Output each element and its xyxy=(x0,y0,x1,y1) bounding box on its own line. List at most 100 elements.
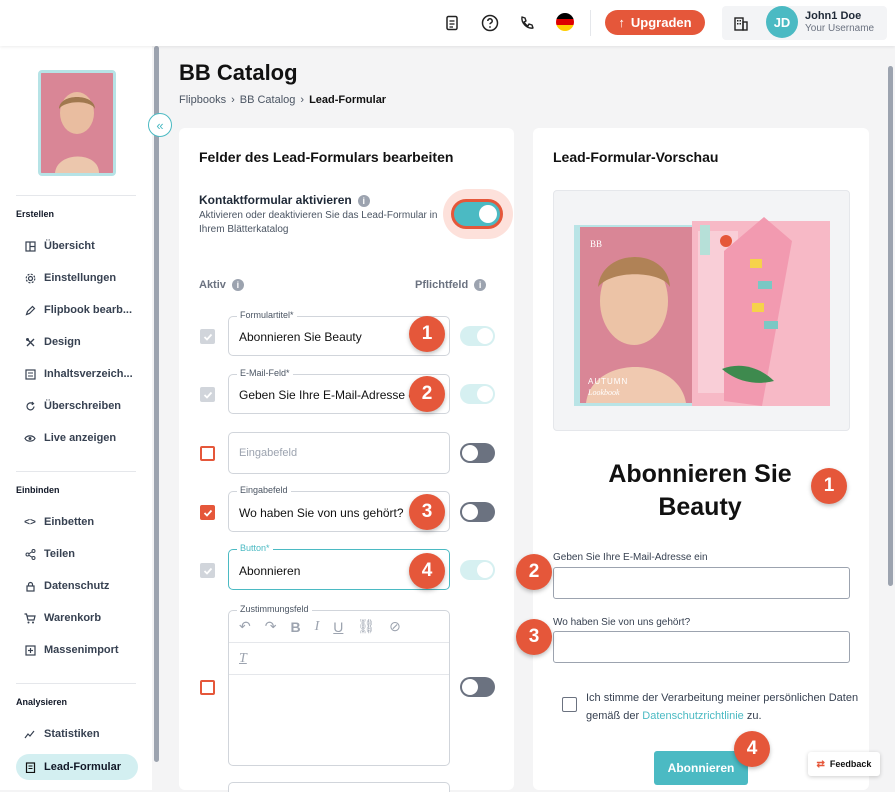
italic-icon[interactable]: I xyxy=(315,619,320,635)
breadcrumb: Flipbooks › BB Catalog › Lead-Formular xyxy=(179,94,386,106)
upgrade-button[interactable]: ↑ Upgraden xyxy=(605,10,705,35)
preview-question-input[interactable] xyxy=(553,631,850,663)
refresh-icon xyxy=(24,400,36,412)
required-toggle-input-field[interactable] xyxy=(460,443,495,463)
bold-icon[interactable]: B xyxy=(290,619,300,635)
info-icon[interactable]: i xyxy=(231,279,244,292)
checkmark-icon xyxy=(203,509,212,517)
arrow-up-icon: ↑ xyxy=(618,15,625,30)
active-checkbox-input-field[interactable] xyxy=(200,446,215,461)
sidebar-item-overwrite[interactable]: Überschreiben xyxy=(16,393,138,419)
user-subtitle: Your Username xyxy=(805,23,875,34)
info-icon[interactable]: i xyxy=(474,279,487,292)
privacy-policy-link[interactable]: Datenschutzrichtlinie xyxy=(642,710,744,722)
sidebar-item-label: Übersicht xyxy=(44,240,95,252)
breadcrumb-catalog[interactable]: BB Catalog xyxy=(240,94,296,106)
required-toggle-form-title[interactable] xyxy=(460,326,495,346)
sidebar-item-label: Teilen xyxy=(44,548,75,560)
field-label: E-Mail-Feld* xyxy=(237,368,293,378)
step-badge-1: 1 xyxy=(811,468,847,504)
sidebar-item-label: Live anzeigen xyxy=(44,432,117,444)
step-badge-1: 1 xyxy=(409,316,445,352)
sidebar-item-label: Flipbook bearb... xyxy=(44,304,133,316)
active-checkbox-form-title[interactable] xyxy=(200,329,215,344)
design-icon xyxy=(24,336,36,348)
step-badge-2: 2 xyxy=(516,554,552,590)
sidebar-item-label: Inhaltsverzeich... xyxy=(44,368,133,380)
activate-form-toggle[interactable] xyxy=(451,199,503,229)
underline-icon[interactable]: U xyxy=(333,619,343,635)
collapse-sidebar-button[interactable]: « xyxy=(148,113,172,137)
building-icon[interactable] xyxy=(730,12,752,34)
preview-email-input[interactable] xyxy=(553,567,850,599)
field-label: Eingabefeld xyxy=(237,485,291,495)
breadcrumb-flipbooks[interactable]: Flipbooks xyxy=(179,94,226,106)
double-chevron-left-icon: « xyxy=(156,117,164,133)
sidebar-item-cart[interactable]: Warenkorb xyxy=(16,605,138,631)
column-header-active: Aktiv i xyxy=(199,279,244,292)
section-heading-embed: Einbinden xyxy=(16,485,60,495)
active-checkbox-email[interactable] xyxy=(200,387,215,402)
preview-subscribe-button[interactable]: Abonnieren xyxy=(654,751,748,785)
preview-consent-checkbox[interactable] xyxy=(562,697,577,712)
page-scrollbar[interactable] xyxy=(886,46,895,790)
sidebar-item-settings[interactable]: Einstellungen xyxy=(16,265,138,291)
cart-icon xyxy=(24,612,36,624)
avatar[interactable]: JD xyxy=(766,6,798,38)
language-flag-icon[interactable] xyxy=(556,13,574,31)
required-toggle-email[interactable] xyxy=(460,384,495,404)
required-toggle-consent[interactable] xyxy=(460,677,495,697)
toggle-description: Aktivieren oder deaktivieren Sie das Lea… xyxy=(199,210,438,235)
sidebar-item-label: Warenkorb xyxy=(44,612,102,624)
sidebar-item-toc[interactable]: Inhaltsverzeich... xyxy=(16,361,138,387)
sidebar-item-live-view[interactable]: Live anzeigen xyxy=(16,425,138,451)
phone-icon[interactable] xyxy=(516,12,538,34)
code-icon: <> xyxy=(24,516,36,528)
step-badge-3: 3 xyxy=(409,494,445,530)
active-checkbox-button[interactable] xyxy=(200,563,215,578)
sidebar-item-privacy[interactable]: Datenschutz xyxy=(16,573,138,599)
input-field[interactable]: Eingabefeld xyxy=(228,432,450,474)
field-value: Abonnieren xyxy=(239,564,301,578)
sidebar-item-design[interactable]: Design xyxy=(16,329,138,355)
sidebar-item-label: Design xyxy=(44,336,81,348)
active-checkbox-question[interactable] xyxy=(200,505,215,520)
consent-field-editor[interactable]: Zustimmungsfeld ↶ ↷ B I U ⛓ ⊘ T xyxy=(228,604,450,766)
import-icon xyxy=(24,644,36,656)
sidebar-item-statistics[interactable]: Statistiken xyxy=(16,721,138,747)
rich-text-toolbar-row-2: T xyxy=(229,643,449,675)
step-badge-3: 3 xyxy=(516,619,552,655)
next-field[interactable] xyxy=(228,782,450,792)
cover-text-lookbook: Lookbook xyxy=(588,388,620,397)
redo-icon[interactable]: ↷ xyxy=(265,618,277,635)
preview-email-label: Geben Sie Ihre E-Mail-Adresse ein xyxy=(553,552,708,563)
undo-icon[interactable]: ↶ xyxy=(239,618,251,635)
cover-logo-text: BB xyxy=(590,239,603,249)
preview-form-title: Abonnieren Sie Beauty xyxy=(608,460,792,521)
clear-format-icon[interactable]: T xyxy=(239,651,247,667)
toggle-knob xyxy=(477,328,493,344)
sidebar-item-share[interactable]: Teilen xyxy=(16,541,138,567)
divider xyxy=(16,683,136,684)
list-icon xyxy=(24,368,36,380)
sidebar-scrollbar[interactable] xyxy=(154,46,159,762)
info-icon[interactable]: i xyxy=(357,194,370,207)
sidebar-item-edit-flipbook[interactable]: Flipbook bearb... xyxy=(16,297,138,323)
unlink-icon[interactable]: ⊘ xyxy=(389,618,401,635)
preview-question-label: Wo haben Sie von uns gehört? xyxy=(553,617,691,628)
field-placeholder: Eingabefeld xyxy=(239,447,298,459)
feedback-button[interactable]: ⇄ Feedback xyxy=(808,752,880,776)
sidebar-item-embed[interactable]: <> Einbetten xyxy=(16,509,138,535)
document-icon[interactable] xyxy=(441,12,463,34)
sidebar-item-bulk-import[interactable]: Massenimport xyxy=(16,637,138,663)
link-icon[interactable]: ⛓ xyxy=(357,618,375,635)
toggle-knob xyxy=(477,386,493,402)
sidebar-item-lead-form[interactable]: Lead-Formular xyxy=(16,754,138,780)
active-checkbox-consent[interactable] xyxy=(200,680,215,695)
required-toggle-question[interactable] xyxy=(460,502,495,522)
scrollbar-thumb[interactable] xyxy=(888,66,893,586)
required-toggle-button[interactable] xyxy=(460,560,495,580)
sidebar-item-label: Überschreiben xyxy=(44,400,122,412)
help-icon[interactable] xyxy=(479,12,501,34)
sidebar-item-overview[interactable]: Übersicht xyxy=(16,233,138,259)
